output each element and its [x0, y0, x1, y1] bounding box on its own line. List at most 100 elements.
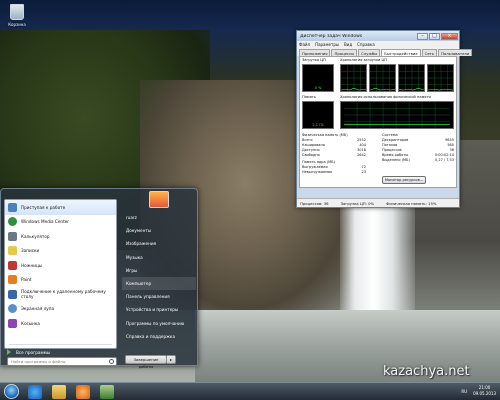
task-manager-titlebar[interactable]: Диспетчер задач Windows – □ × [297, 31, 459, 41]
kernel-memory-stats: Память ядра (МБ) Выгружаемая 72 Невыгружа… [302, 160, 366, 175]
program-item[interactable]: Экранная лупа [5, 302, 116, 317]
menu-file[interactable]: Файл [299, 41, 310, 48]
stat-value: 0,27 / 7,53 [435, 158, 454, 162]
maximize-button[interactable]: □ [429, 32, 440, 40]
cpu-usage-label: Загрузка ЦП [302, 58, 326, 62]
menu-options[interactable]: Параметры [315, 41, 339, 48]
sticky-notes-icon [8, 246, 17, 256]
language-indicator[interactable]: RU [461, 389, 467, 394]
cpu-usage-gauge: 0 % [302, 64, 334, 92]
place-documents[interactable]: Документы [122, 224, 196, 237]
search-placeholder: Найти программы и файлы [11, 359, 66, 364]
recycle-bin-icon [10, 4, 24, 20]
tab-performance[interactable]: Быстродействие [381, 49, 421, 56]
program-item[interactable]: Подключение к удаленному рабочему столу [5, 287, 116, 302]
remote-desktop-icon [8, 289, 17, 299]
start-menu-programs: Приступая к работе Windows Media Center … [4, 199, 117, 349]
place-music[interactable]: Музыка [122, 251, 196, 264]
minimize-button[interactable]: – [417, 32, 428, 40]
taskbar: RU 21:00 09.05.2013 [0, 382, 500, 400]
performance-panel: Загрузка ЦП Хронология загрузки ЦП 0 % П… [299, 56, 457, 188]
program-item[interactable]: Косынка [5, 316, 116, 331]
program-label: Калькулятор [21, 233, 50, 239]
status-bar: Процессов: 36 Загрузка ЦП: 0% Физическая… [297, 198, 459, 207]
program-item[interactable]: Paint [5, 273, 116, 288]
search-icon [109, 359, 114, 364]
cpu-history-label: Хронология загрузки ЦП [340, 58, 387, 62]
stat-label: Невыгружаемая [302, 170, 333, 174]
tab-services[interactable]: Службы [358, 49, 381, 56]
task-manager-taskbar-icon[interactable] [100, 385, 114, 399]
tab-network[interactable]: Сеть [421, 49, 438, 56]
program-label: Приступая к работе [21, 204, 66, 210]
place-computer[interactable]: Компьютер [122, 276, 196, 291]
start-menu-places: ruarz Документы Изображения Музыка Игры … [122, 211, 196, 343]
cpu-history-graph-2 [369, 64, 396, 92]
program-label: Ножницы [21, 262, 43, 268]
tab-processes[interactable]: Процессы [331, 49, 358, 56]
program-label: Косынка [21, 320, 40, 326]
physical-memory-stats: Физическая память (МБ) Всего 2552 Кэширов… [302, 133, 366, 158]
cpu-history-graph-4 [427, 64, 454, 92]
task-manager-window[interactable]: Диспетчер задач Windows – □ × Файл Парам… [296, 30, 473, 208]
program-item[interactable]: Приступая к работе [5, 200, 116, 215]
place-default-programs[interactable]: Программы по умолчанию [122, 317, 196, 330]
tab-applications[interactable]: Приложения [299, 49, 331, 56]
status-processes: Процессов: 36 [300, 200, 329, 206]
program-item[interactable]: Калькулятор [5, 229, 116, 244]
place-games[interactable]: Игры [122, 264, 196, 277]
place-pictures[interactable]: Изображения [122, 237, 196, 250]
clock[interactable]: 21:00 09.05.2013 [473, 385, 496, 397]
shutdown-button[interactable]: Завершение работы [125, 355, 167, 369]
paint-icon [8, 275, 17, 285]
menu-view[interactable]: Вид [344, 41, 352, 48]
start-menu: Приступая к работе Windows Media Center … [0, 188, 198, 369]
cpu-history-graph-3 [398, 64, 425, 92]
memory-history-label: Хронология использования физической памя… [340, 95, 431, 99]
place-devices-printers[interactable]: Устройства и принтеры [122, 303, 196, 316]
all-programs-label: Все программы [16, 349, 51, 355]
menu-help[interactable]: Справка [357, 41, 375, 48]
tab-bar: Приложения Процессы Службы Быстродействи… [297, 48, 473, 56]
stat-label: Выделено (МБ) [382, 158, 410, 162]
system-stats: Система Дескрипторов 9655 Потоков 580 Проц… [382, 133, 454, 163]
memory-gauge: 2,1 ГБ [302, 101, 334, 129]
program-label: Windows Media Center [21, 219, 70, 225]
media-center-icon [8, 217, 17, 227]
system-tray: RU 21:00 09.05.2013 [461, 385, 496, 397]
explorer-folder-icon[interactable] [52, 385, 66, 399]
cpu-usage-value: 0 % [314, 86, 322, 90]
memory-value: 2,1 ГБ [312, 123, 324, 127]
user-avatar[interactable] [149, 191, 169, 208]
stat-value: 23 [361, 170, 366, 174]
shutdown-options-button[interactable]: ▸ [167, 355, 176, 364]
media-player-icon[interactable] [76, 385, 90, 399]
tab-users[interactable]: Пользователи [438, 49, 473, 56]
recycle-bin-label: Корзина [8, 22, 26, 27]
recycle-bin-shortcut[interactable]: Корзина [4, 4, 30, 28]
clock-date: 09.05.2013 [473, 391, 496, 396]
close-button[interactable]: × [441, 32, 458, 40]
stat-value: 2642 [357, 153, 366, 157]
place-user-folder[interactable]: ruarz [122, 211, 196, 224]
program-label: Paint [21, 277, 32, 283]
all-programs-button[interactable]: Все программы [7, 349, 50, 355]
calculator-icon [8, 231, 17, 241]
place-help-support[interactable]: Справка и поддержка [122, 330, 196, 343]
magnifier-icon [8, 304, 17, 314]
program-item[interactable]: Windows Media Center [5, 215, 116, 230]
memory-history-graph [340, 101, 454, 129]
program-label: Экранная лупа [21, 306, 55, 312]
start-search-input[interactable]: Найти программы и файлы [7, 357, 117, 366]
cpu-history-graph-1 [340, 64, 367, 92]
place-control-panel[interactable]: Панель управления [122, 290, 196, 303]
resource-monitor-button[interactable]: Монитор ресурсов... [382, 176, 426, 184]
snipping-tool-icon [8, 260, 17, 270]
program-item[interactable]: Записки [5, 244, 116, 259]
internet-explorer-icon[interactable] [28, 385, 42, 399]
program-item[interactable]: Ножницы [5, 258, 116, 273]
start-button[interactable] [4, 384, 19, 399]
watermark: kazachya.net [383, 364, 470, 379]
separator [9, 344, 112, 345]
status-memory: Физическая память: 15% [386, 200, 437, 206]
